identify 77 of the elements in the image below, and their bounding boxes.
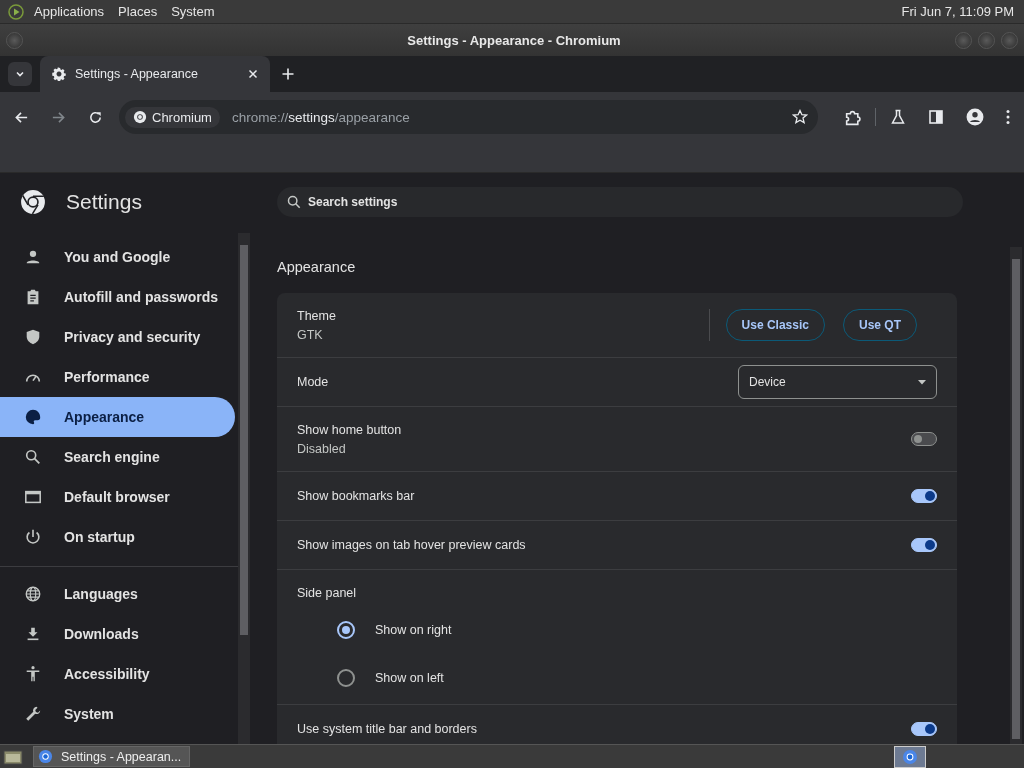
sidebar-item[interactable]: Autofill and passwords: [0, 277, 235, 317]
tab-search-button[interactable]: [8, 62, 32, 86]
play-logo-icon[interactable]: [8, 3, 24, 20]
accessibility-icon: [24, 665, 42, 683]
setting-label: Show home button: [297, 422, 403, 437]
gear-icon: [52, 67, 66, 81]
sidebar-item[interactable]: On startup: [0, 517, 235, 557]
radio-label: Show on left: [375, 671, 444, 685]
sidebar-item[interactable]: You and Google: [0, 237, 235, 277]
page-title: Settings: [66, 190, 142, 214]
browser-logo-icon[interactable]: [894, 745, 926, 768]
toggle-switch[interactable]: [911, 489, 937, 503]
setting-status: Disabled: [297, 441, 347, 456]
flask-icon[interactable]: [890, 109, 906, 125]
setting-label: Theme: [297, 308, 337, 323]
browser-tab[interactable]: Settings - Appearance: [40, 56, 270, 92]
scrollbar[interactable]: [1010, 247, 1022, 744]
sidebar-item[interactable]: Languages: [0, 574, 235, 614]
side-panel-icon[interactable]: [928, 109, 944, 125]
back-arrow-icon[interactable]: [14, 109, 29, 125]
person-icon: [24, 248, 42, 266]
more-menu-icon[interactable]: [1006, 109, 1010, 125]
setting-label: Mode: [297, 375, 330, 389]
panel-menu[interactable]: Places: [112, 4, 164, 19]
new-tab-icon[interactable]: [282, 68, 294, 80]
sidebar-item[interactable]: Privacy and security: [0, 317, 235, 357]
wrench-icon: [24, 705, 42, 723]
puzzle-icon[interactable]: [844, 108, 861, 126]
search-field[interactable]: Search settings: [277, 187, 963, 217]
browser-logo-icon: [20, 189, 46, 215]
radio-label: Show on right: [375, 623, 452, 637]
forward-arrow-icon[interactable]: [51, 109, 66, 125]
scrollbar[interactable]: [238, 233, 250, 744]
chevron-down-icon: [15, 69, 25, 79]
browser-logo-icon: [38, 749, 53, 764]
search-icon: [287, 195, 301, 209]
reload-icon[interactable]: [88, 109, 103, 125]
search-icon: [24, 448, 42, 466]
sidebar-item[interactable]: Performance: [0, 357, 235, 397]
clock[interactable]: Fri Jun 7, 11:09 PM: [901, 4, 1016, 19]
desktop-icon[interactable]: [3, 748, 23, 765]
toggle-switch[interactable]: [911, 538, 937, 552]
sidebar-item[interactable]: Search engine: [0, 437, 235, 477]
sidebar-item[interactable]: Appearance: [0, 397, 235, 437]
sidebar-item[interactable]: System: [0, 694, 235, 734]
close-icon[interactable]: [248, 69, 258, 79]
caret-icon: [918, 379, 926, 385]
sidebar-item[interactable]: Accessibility: [0, 654, 235, 694]
address-bar[interactable]: Chromium chrome://settings/appearance: [119, 100, 818, 134]
panel-menu[interactable]: System: [165, 4, 221, 19]
panel-menu[interactable]: Applications: [28, 4, 111, 19]
setting-value: GTK: [297, 327, 324, 342]
shield-icon: [24, 328, 42, 346]
browser-logo-icon: [133, 110, 147, 124]
setting-label: Show images on tab hover preview cards: [297, 538, 527, 552]
sidebar-item[interactable]: Downloads: [0, 614, 235, 654]
toggle-switch[interactable]: [911, 722, 937, 736]
setting-label: Side panel: [297, 586, 358, 600]
window-title: Settings - Appearance - Chromium: [407, 32, 621, 48]
setting-label: Show bookmarks bar: [297, 489, 416, 503]
palette-icon: [24, 408, 42, 426]
radio-button[interactable]: [337, 669, 355, 687]
power-icon: [24, 528, 42, 546]
sidebar-item[interactable]: Default browser: [0, 477, 235, 517]
tab-title: Settings - Appearance: [75, 67, 199, 81]
radio-button[interactable]: [337, 621, 355, 639]
profile-icon[interactable]: [966, 108, 984, 126]
site-chip[interactable]: Chromium: [125, 106, 220, 128]
section-heading: Appearance: [277, 259, 357, 275]
url-text: chrome://settings/appearance: [231, 109, 410, 125]
mode-dropdown[interactable]: Device: [738, 365, 937, 399]
taskbar-button[interactable]: Settings - Appearan...: [33, 746, 191, 767]
globe-icon: [24, 585, 42, 603]
browser-icon: [24, 488, 42, 506]
toggle-switch[interactable]: [911, 432, 937, 446]
star-icon[interactable]: [792, 109, 808, 125]
setting-label: Use system title bar and borders: [297, 722, 478, 736]
